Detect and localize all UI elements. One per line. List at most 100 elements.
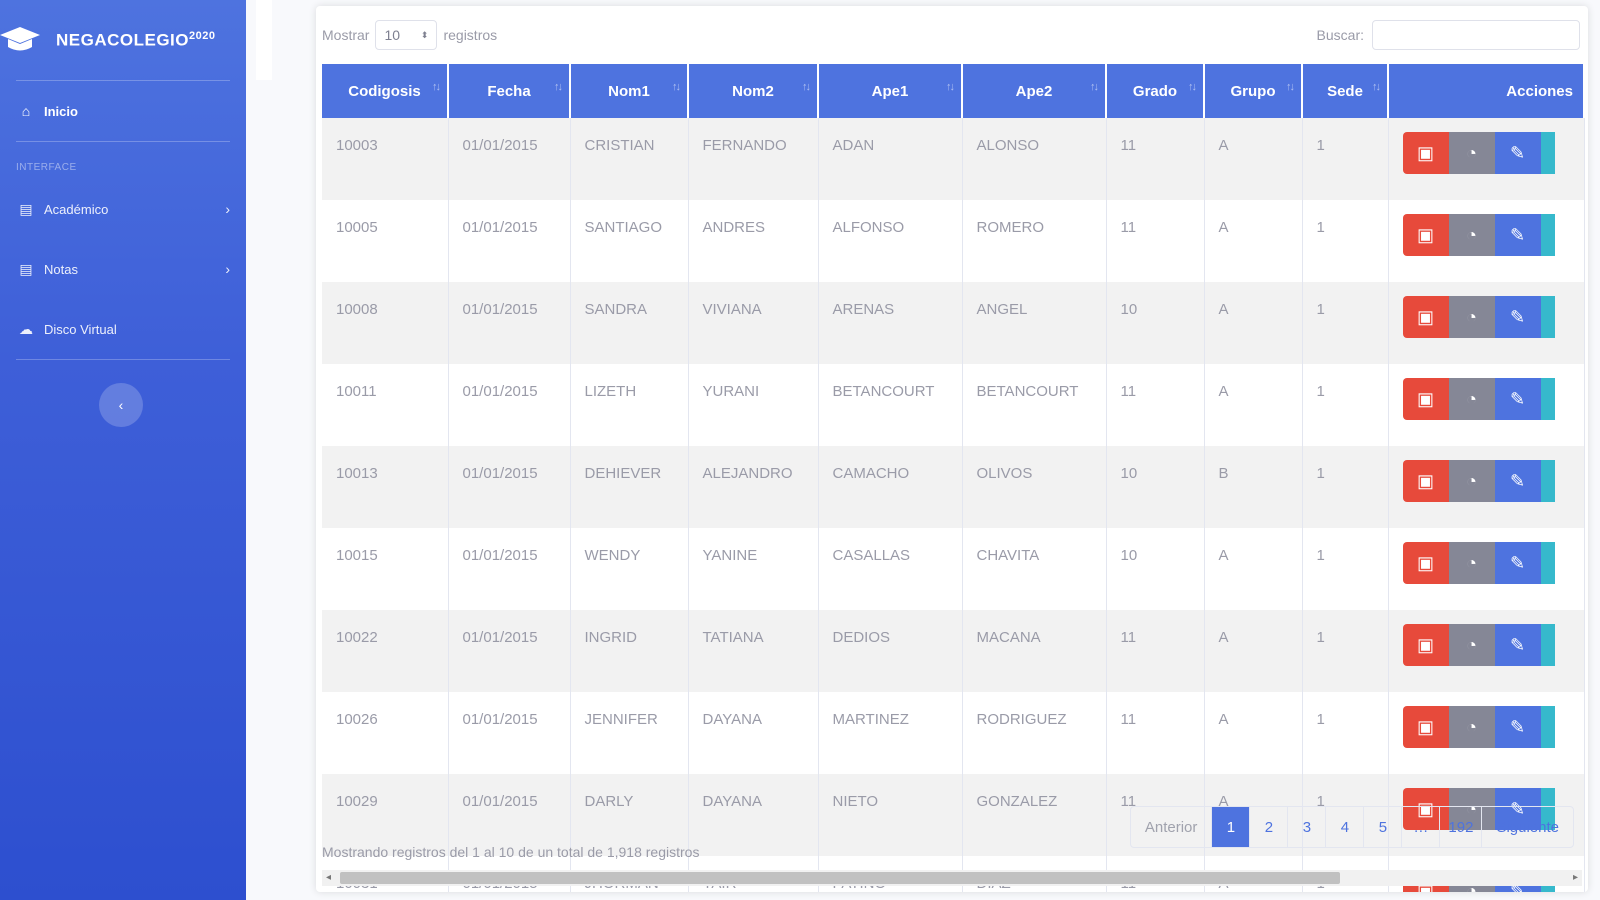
- sort-icon[interactable]: ↑↓: [1372, 81, 1381, 93]
- actions-cell: ▣ ◔ ✎: [1388, 200, 1585, 282]
- cell-value: 10026: [336, 711, 378, 728]
- pagination-page[interactable]: 1: [1212, 807, 1251, 847]
- info-button[interactable]: [1540, 132, 1555, 174]
- cell-value: TATIANA: [702, 629, 764, 646]
- column-header-grupo[interactable]: Grupo ↑↓: [1204, 64, 1303, 118]
- cell-value: ALFONSO: [832, 219, 905, 236]
- sort-icon[interactable]: ↑↓: [1090, 81, 1099, 93]
- cell-value: JENNIFER: [584, 711, 658, 728]
- info-button[interactable]: [1540, 624, 1555, 666]
- pagination-next[interactable]: Siguiente: [1482, 807, 1573, 847]
- cell-value: DARLY: [584, 793, 634, 810]
- cell-value: ALEJANDRO: [702, 465, 793, 482]
- pagination-page[interactable]: 3: [1288, 807, 1327, 847]
- info-button[interactable]: [1540, 706, 1555, 748]
- column-header-acciones[interactable]: Acciones: [1388, 64, 1585, 118]
- pagination-page[interactable]: 4: [1326, 807, 1365, 847]
- sort-icon[interactable]: ↑↓: [1188, 81, 1197, 93]
- table-cell: 1: [1302, 610, 1389, 692]
- cell-value: YURANI: [702, 383, 760, 400]
- pagination-page[interactable]: …: [1402, 807, 1441, 847]
- grades-button[interactable]: ◔: [1448, 706, 1495, 748]
- edit-button[interactable]: ✎: [1494, 706, 1541, 748]
- grades-button[interactable]: ◔: [1448, 460, 1495, 502]
- grades-button[interactable]: ◔: [1448, 214, 1495, 256]
- grades-button[interactable]: ◔: [1448, 624, 1495, 666]
- column-header-fecha[interactable]: Fecha ↑↓: [448, 64, 571, 118]
- sidebar-item-academico[interactable]: ▤ Académico ›: [0, 179, 246, 239]
- pagination-previous[interactable]: Anterior: [1131, 807, 1213, 847]
- students-table: Codigosis ↑↓ Fecha ↑↓ Nom1 ↑↓ Nom2 ↑↓ Ape1 ↑↓ Ape2…: [322, 64, 1585, 892]
- cell-value: A: [1218, 711, 1229, 728]
- grades-button[interactable]: ◔: [1448, 132, 1495, 174]
- edit-button[interactable]: ✎: [1494, 296, 1541, 338]
- id-card-icon: ▣: [1416, 552, 1434, 573]
- table-cell: 10005: [322, 200, 449, 282]
- grades-button[interactable]: ◔: [1448, 542, 1495, 584]
- column-header-ape2[interactable]: Ape2 ↑↓: [962, 64, 1107, 118]
- sort-icon[interactable]: ↑↓: [802, 81, 811, 93]
- cloud-icon: ☁: [19, 320, 33, 337]
- edit-button[interactable]: ✎: [1494, 378, 1541, 420]
- sidebar-item-disco-virtual[interactable]: ☁ Disco Virtual: [0, 299, 246, 359]
- sort-icon[interactable]: ↑↓: [432, 81, 441, 93]
- info-button[interactable]: [1540, 214, 1555, 256]
- table-cell: MARTINEZ: [818, 692, 963, 774]
- column-header-ape1[interactable]: Ape1 ↑↓: [818, 64, 963, 118]
- table-cell: 10: [1106, 282, 1205, 364]
- column-header-sede[interactable]: Sede ↑↓: [1302, 64, 1389, 118]
- edit-button[interactable]: ✎: [1494, 132, 1541, 174]
- id-card-button[interactable]: ▣: [1402, 132, 1449, 174]
- sidebar-toggle-button[interactable]: ‹: [99, 383, 143, 427]
- id-card-button[interactable]: ▣: [1402, 214, 1449, 256]
- scroll-right-icon[interactable]: ▸: [1573, 870, 1578, 886]
- column-header-codigosis[interactable]: Codigosis ↑↓: [322, 64, 449, 118]
- grades-button[interactable]: ◔: [1448, 296, 1495, 338]
- table-row: 10022 01/01/2015 INGRID TATIANA DEDIOS MACANA…: [322, 610, 1585, 692]
- edit-button[interactable]: ✎: [1494, 460, 1541, 502]
- id-card-button[interactable]: ▣: [1402, 460, 1449, 502]
- info-button[interactable]: [1540, 296, 1555, 338]
- column-header-nom2[interactable]: Nom2 ↑↓: [688, 64, 819, 118]
- edit-button[interactable]: ✎: [1494, 542, 1541, 584]
- column-header-label: Nom1: [608, 82, 650, 100]
- id-card-button[interactable]: ▣: [1402, 706, 1449, 748]
- home-icon: ⌂: [21, 103, 31, 119]
- table-cell: OLIVOS: [962, 446, 1107, 528]
- cell-value: A: [1218, 547, 1229, 564]
- info-button[interactable]: [1540, 460, 1555, 502]
- info-button[interactable]: [1540, 542, 1555, 584]
- records-per-page-select[interactable]: 10 ⬍: [375, 20, 438, 50]
- edit-button[interactable]: ✎: [1494, 624, 1541, 666]
- scroll-left-icon[interactable]: ◂: [326, 870, 331, 886]
- scrollbar-thumb[interactable]: [340, 872, 1340, 884]
- pagination-page[interactable]: 192: [1440, 807, 1483, 847]
- brand[interactable]: NEGACOLEGIO2020: [0, 0, 246, 80]
- pagination-page[interactable]: 5: [1364, 807, 1403, 847]
- cell-value: 1: [1316, 547, 1325, 564]
- pagination-page[interactable]: 2: [1250, 807, 1289, 847]
- grades-button[interactable]: ◔: [1448, 378, 1495, 420]
- table-cell: WENDY: [570, 528, 689, 610]
- sort-icon[interactable]: ↑↓: [946, 81, 955, 93]
- sidebar-item-notas[interactable]: ▤ Notas ›: [0, 239, 246, 299]
- cell-value: YANINE: [702, 547, 758, 564]
- pencil-icon: ✎: [1509, 716, 1526, 737]
- id-card-button[interactable]: ▣: [1402, 296, 1449, 338]
- sort-icon[interactable]: ↑↓: [554, 81, 563, 93]
- id-card-button[interactable]: ▣: [1402, 378, 1449, 420]
- cell-value: ROMERO: [976, 219, 1045, 236]
- sort-icon[interactable]: ↑↓: [1286, 81, 1295, 93]
- column-header-grado[interactable]: Grado ↑↓: [1106, 64, 1205, 118]
- table-cell: A: [1204, 528, 1303, 610]
- id-card-button[interactable]: ▣: [1402, 624, 1449, 666]
- horizontal-scrollbar[interactable]: ◂ ▸: [322, 870, 1582, 886]
- sidebar-item-inicio[interactable]: ⌂ Inicio: [0, 81, 246, 141]
- cell-value: WENDY: [584, 547, 641, 564]
- search-input[interactable]: [1372, 20, 1580, 50]
- sort-icon[interactable]: ↑↓: [672, 81, 681, 93]
- id-card-button[interactable]: ▣: [1402, 542, 1449, 584]
- column-header-nom1[interactable]: Nom1 ↑↓: [570, 64, 689, 118]
- info-button[interactable]: [1540, 378, 1555, 420]
- edit-button[interactable]: ✎: [1494, 214, 1541, 256]
